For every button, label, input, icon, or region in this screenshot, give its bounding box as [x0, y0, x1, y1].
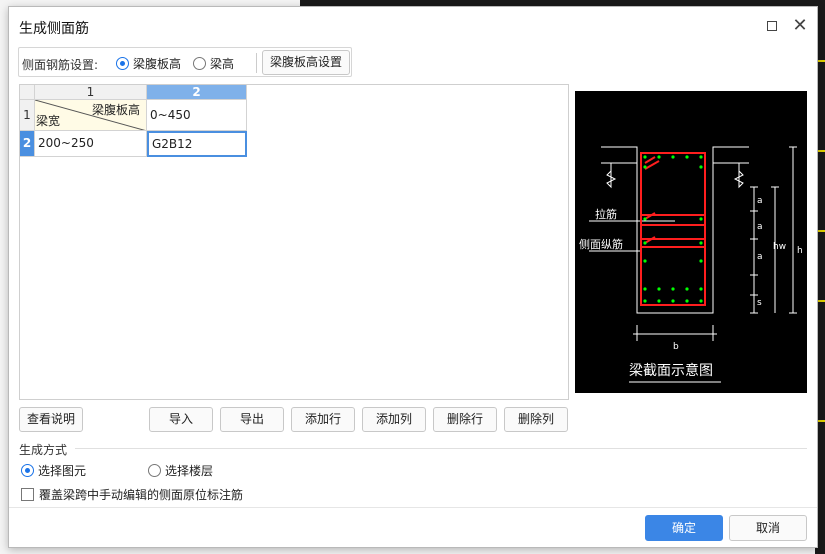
- web-height-settings-button[interactable]: 梁腹板高设置: [262, 50, 350, 75]
- radio-dot: [148, 464, 161, 477]
- radio-select-floor[interactable]: 选择楼层: [148, 462, 213, 479]
- import-button[interactable]: 导入: [149, 407, 213, 432]
- corner-top-label: 梁腹板高: [91, 103, 140, 117]
- dim-h-label: h: [797, 246, 803, 256]
- radio-beam-height[interactable]: 梁高: [193, 55, 234, 72]
- section-divider: [75, 448, 807, 449]
- close-button[interactable]: ✕: [789, 15, 811, 37]
- col-header-2[interactable]: 2: [147, 85, 247, 100]
- dim-hw-label: hw: [773, 242, 786, 252]
- dim-a-label: a: [757, 196, 763, 206]
- diagram-caption: 梁截面示意图: [629, 362, 713, 379]
- export-button[interactable]: 导出: [220, 407, 284, 432]
- radio-web-height[interactable]: 梁腹板高: [116, 55, 181, 72]
- radio-label: 梁腹板高: [133, 57, 182, 71]
- radio-dot-selected: [21, 464, 34, 477]
- radio-label: 梁高: [210, 57, 235, 71]
- divider: [256, 53, 257, 73]
- override-checkbox[interactable]: 覆盖梁跨中手动编辑的侧面原位标注筋: [21, 486, 243, 503]
- close-icon: ✕: [792, 15, 808, 36]
- dim-s-label: s: [757, 298, 762, 308]
- delete-column-button[interactable]: 删除列: [504, 407, 568, 432]
- generate-side-rebar-dialog: 生成侧面筋 ✕ 侧面钢筋设置: 梁腹板高 梁高 梁腹板高设置 1 2 1 2 梁…: [8, 6, 818, 548]
- generate-mode-label: 生成方式: [19, 443, 68, 457]
- side-bar-label: 侧面纵筋: [579, 237, 623, 251]
- help-button[interactable]: 查看说明: [19, 407, 83, 432]
- table-cell[interactable]: 200~250: [35, 131, 147, 157]
- ok-button[interactable]: 确定: [645, 515, 723, 541]
- tie-label: 拉筋: [595, 207, 617, 221]
- diagonal-header-cell: 梁腹板高 梁宽: [35, 100, 147, 131]
- settings-label: 侧面钢筋设置:: [22, 58, 99, 72]
- checkbox-box: [21, 488, 34, 501]
- add-column-button[interactable]: 添加列: [362, 407, 426, 432]
- footer-divider: [9, 507, 817, 508]
- dialog-title: 生成侧面筋: [19, 21, 89, 37]
- beam-section-diagram: 拉筋 侧面纵筋 a a a s hw h b 梁截面示意图: [575, 91, 807, 393]
- radio-dot: [193, 57, 206, 70]
- maximize-button[interactable]: [761, 15, 783, 37]
- cancel-button[interactable]: 取消: [729, 515, 807, 541]
- row-header-2[interactable]: 2: [20, 131, 35, 157]
- dim-b-label: b: [673, 342, 679, 352]
- side-rebar-settings: 侧面钢筋设置: 梁腹板高 梁高 梁腹板高设置: [18, 47, 352, 77]
- diagram-canvas: 拉筋 侧面纵筋 a a a s hw h b 梁截面示意图: [579, 146, 803, 383]
- table-corner-header: [20, 85, 35, 100]
- radio-label: 选择图元: [38, 464, 87, 478]
- delete-row-button[interactable]: 删除行: [433, 407, 497, 432]
- row-header-1[interactable]: 1: [20, 100, 35, 131]
- radio-label: 选择楼层: [165, 464, 214, 478]
- col-header-1[interactable]: 1: [35, 85, 147, 100]
- corner-bottom-label: 梁宽: [36, 114, 61, 128]
- rebar-table: 1 2 1 2 梁腹板高 梁宽 0~450 200~250 G2B12: [19, 84, 569, 400]
- title-bar: 生成侧面筋 ✕: [9, 7, 817, 43]
- checkbox-label: 覆盖梁跨中手动编辑的侧面原位标注筋: [39, 488, 244, 502]
- table-cell[interactable]: 0~450: [147, 100, 247, 131]
- dim-a-label: a: [757, 252, 763, 262]
- add-row-button[interactable]: 添加行: [291, 407, 355, 432]
- table-cell-active[interactable]: G2B12: [147, 131, 247, 157]
- dim-a-label: a: [757, 222, 763, 232]
- radio-select-element[interactable]: 选择图元: [21, 462, 86, 479]
- radio-dot-selected: [116, 57, 129, 70]
- maximize-icon: [767, 20, 777, 31]
